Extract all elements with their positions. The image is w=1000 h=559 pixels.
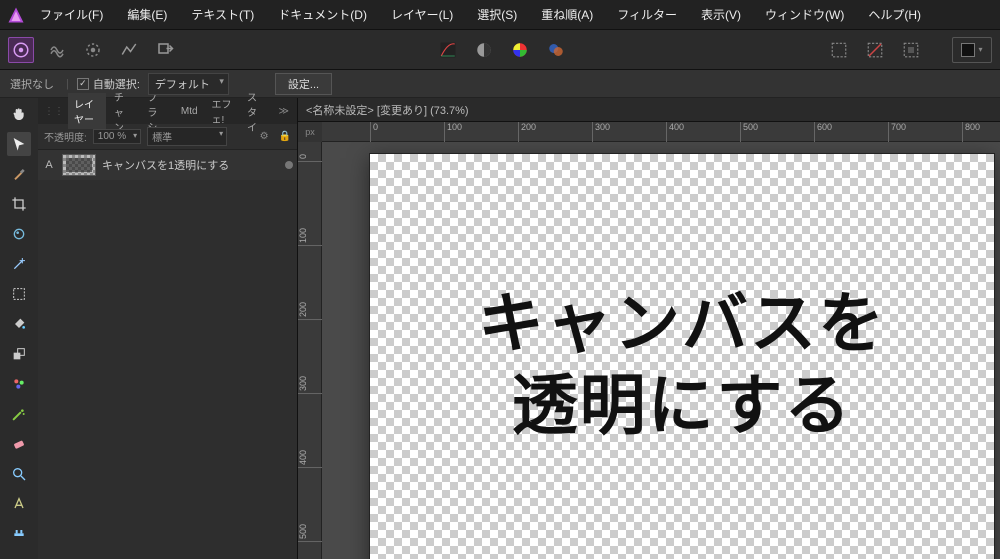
text-tool-icon[interactable]	[7, 492, 31, 516]
auto-select-dropdown[interactable]: デフォルト	[148, 73, 229, 95]
ruler-tick: 800	[962, 122, 980, 142]
layer-thumbnail	[62, 154, 96, 176]
panel-tab-mtd[interactable]: Mtd	[175, 103, 204, 120]
ruler-tick: 500	[740, 122, 758, 142]
menu-help[interactable]: ヘルプ(H)	[858, 2, 931, 27]
menu-text[interactable]: テキスト(T)	[181, 2, 264, 27]
zoom-tool-icon[interactable]	[7, 462, 31, 486]
color-picker-tool-icon[interactable]	[7, 162, 31, 186]
ruler-tick: 400	[666, 122, 684, 142]
heal-tool-icon[interactable]	[7, 222, 31, 246]
tool-column	[0, 98, 38, 559]
marquee-tool-icon[interactable]	[7, 282, 31, 306]
ruler-tick: 300	[592, 122, 610, 142]
dodge-tool-icon[interactable]	[7, 372, 31, 396]
artistic-text-object[interactable]: キャンバスを 透明にする	[478, 282, 886, 447]
ruler-unit-label: px	[298, 122, 322, 142]
menu-arrange[interactable]: 重ね順(A)	[531, 2, 603, 27]
ruler-tick: 0	[370, 122, 378, 142]
split-view-icon[interactable]	[471, 37, 497, 63]
ruler-tick: 100	[444, 122, 462, 142]
ruler-tick: 100	[298, 228, 322, 246]
mesh-tool-icon[interactable]	[7, 522, 31, 546]
blend-mode-dropdown[interactable]: 標準	[147, 127, 227, 146]
swatch-picker[interactable]: ▾	[952, 37, 992, 63]
horizontal-ruler: 0 100 200 300 400 500 600 700 800	[322, 122, 1000, 142]
ruler-wrap: px 0 100 200 300 400 500 600 700 800 0 1…	[298, 122, 1000, 559]
studio-panels: ⋮⋮ レイヤー チャン ブラシ Mtd エフェ! スタイ ≫ 不透明度: 100…	[38, 98, 298, 559]
ruler-tick: 0	[298, 154, 322, 162]
color-wheel-icon[interactable]	[507, 37, 533, 63]
menu-select[interactable]: 選択(S)	[467, 2, 527, 27]
persona-toolbar: ▾	[0, 30, 1000, 70]
layer-name: キャンバスを1透明にする	[102, 157, 279, 173]
persona-tonemap-icon[interactable]	[116, 37, 142, 63]
move-tool-icon[interactable]	[7, 132, 31, 156]
panel-grip-icon[interactable]: ⋮⋮	[42, 106, 66, 117]
menu-bar: ファイル(F) 編集(E) テキスト(T) ドキュメント(D) レイヤー(L) …	[0, 0, 1000, 30]
select-none-icon[interactable]	[898, 37, 924, 63]
context-toolbar: 選択なし | ✓ 自動選択: デフォルト 設定...	[0, 70, 1000, 98]
menu-view[interactable]: 表示(V)	[691, 2, 751, 27]
ruler-tick: 200	[518, 122, 536, 142]
menu-edit[interactable]: 編集(E)	[117, 2, 177, 27]
scatter-tool-icon[interactable]	[7, 402, 31, 426]
menu-filter[interactable]: フィルター	[607, 2, 687, 27]
menu-layer[interactable]: レイヤー(L)	[381, 2, 463, 27]
ruler-tick: 600	[814, 122, 832, 142]
persona-export-icon[interactable]	[152, 37, 178, 63]
selection-state-label: 選択なし	[6, 76, 58, 92]
panel-overflow-icon[interactable]: ≫	[275, 104, 293, 119]
menu-document[interactable]: ドキュメント(D)	[268, 2, 377, 27]
canvas-zone: <名称未設定> [変更あり] (73.7%) px 0 100 200 300 …	[298, 98, 1000, 559]
ruler-tick: 400	[298, 450, 322, 468]
menu-window[interactable]: ウィンドウ(W)	[755, 2, 854, 27]
settings-button[interactable]: 設定...	[275, 73, 332, 95]
crop-tool-icon[interactable]	[7, 192, 31, 216]
panel-tab-strip: ⋮⋮ レイヤー チャン ブラシ Mtd エフェ! スタイ ≫	[38, 98, 297, 124]
eraser-tool-icon[interactable]	[7, 432, 31, 456]
gear-icon[interactable]: ⚙	[260, 131, 269, 142]
clone-tool-icon[interactable]	[7, 342, 31, 366]
canvas-page[interactable]: キャンバスを 透明にする	[370, 154, 994, 559]
document-tab[interactable]: <名称未設定> [変更あり] (73.7%)	[298, 98, 1000, 122]
ruler-tick: 700	[888, 122, 906, 142]
document-tab-title: <名称未設定> [変更あり] (73.7%)	[306, 102, 469, 118]
canvas-text-line2: 透明にする	[512, 368, 853, 442]
menu-file[interactable]: ファイル(F)	[30, 2, 113, 27]
select-all-icon[interactable]	[826, 37, 852, 63]
ruler-tick: 200	[298, 302, 322, 320]
lock-icon[interactable]: 🔒	[279, 131, 291, 142]
opacity-label: 不透明度:	[44, 129, 87, 144]
paint-mix-icon[interactable]	[543, 37, 569, 63]
opacity-dropdown[interactable]: 100 %	[93, 129, 141, 144]
flood-tool-icon[interactable]	[7, 312, 31, 336]
layer-options-row: 不透明度: 100 % 標準 ⚙ 🔒	[38, 124, 297, 150]
layer-type-glyph: A	[42, 159, 56, 171]
persona-photo-icon[interactable]	[8, 37, 34, 63]
layer-row[interactable]: A キャンバスを1透明にする	[38, 150, 297, 180]
persona-liquify-icon[interactable]	[44, 37, 70, 63]
select-invert-icon[interactable]	[862, 37, 888, 63]
main-area: ⋮⋮ レイヤー チャン ブラシ Mtd エフェ! スタイ ≫ 不透明度: 100…	[0, 98, 1000, 559]
hand-tool-icon[interactable]	[7, 102, 31, 126]
canvas-text-line1: キャンバスを	[478, 286, 886, 360]
ruler-tick: 300	[298, 376, 322, 394]
wand-tool-icon[interactable]	[7, 252, 31, 276]
vertical-ruler: 0 100 200 300 400 500	[298, 142, 322, 559]
canvas-viewport[interactable]: キャンバスを 透明にする	[322, 142, 1000, 559]
checkbox-icon: ✓	[77, 78, 89, 90]
app-logo-icon	[6, 5, 26, 25]
ruler-tick: 500	[298, 524, 322, 542]
persona-develop-icon[interactable]	[80, 37, 106, 63]
layer-visibility-icon[interactable]	[285, 161, 293, 169]
rgb-curve-icon[interactable]	[435, 37, 461, 63]
